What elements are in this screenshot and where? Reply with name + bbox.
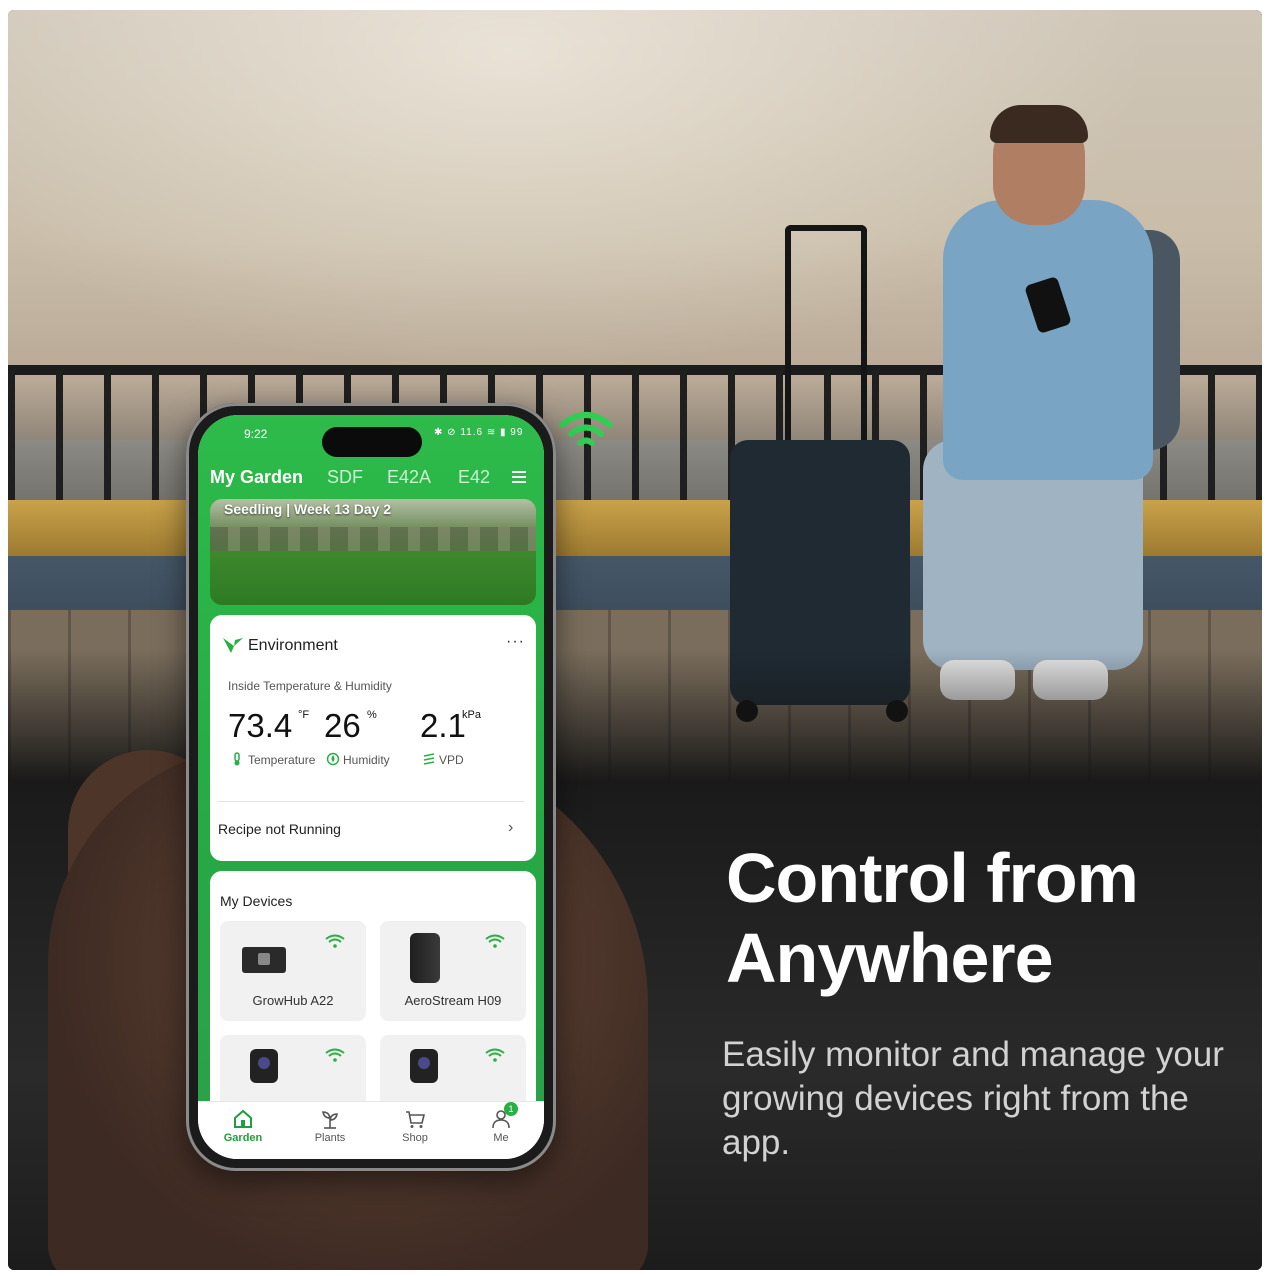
nav-me[interactable]: 1 Me	[466, 1102, 536, 1144]
device-tile[interactable]: GrowHub A22	[220, 921, 366, 1021]
home-icon	[234, 1109, 252, 1128]
nav-shop[interactable]: Shop	[380, 1108, 450, 1144]
humidity-icon	[326, 752, 340, 766]
status-icons: ✱ ⊘ 11.6 ≋ ▮ 99	[434, 427, 524, 438]
menu-icon[interactable]	[508, 469, 530, 485]
environment-title: Environment	[248, 637, 338, 654]
status-time: 9:22	[244, 427, 268, 441]
temperature-value: 73.4	[228, 707, 293, 744]
wifi-icon	[325, 934, 345, 948]
growth-stage-label: Seedling | Week 13 Day 2	[224, 501, 392, 517]
subtext: Easily monitor and manage your growing d…	[722, 1035, 1224, 1162]
divider	[218, 801, 524, 802]
wifi-signal-icon	[559, 412, 613, 446]
thermometer-icon	[234, 752, 240, 766]
headline: Control from Anywhere	[726, 839, 1139, 997]
garden-tabs: My Garden SDF E42A E42	[210, 467, 540, 493]
temperature-label: Temperature	[248, 753, 316, 767]
garden-camera-view[interactable]: Seedling | Week 13 Day 2	[210, 499, 536, 605]
devices-title: My Devices	[220, 893, 293, 909]
tab-sdf[interactable]: SDF	[327, 467, 363, 488]
wifi-icon	[325, 1048, 345, 1062]
vpd-value: 2.1	[420, 707, 466, 744]
nav-label: Me	[493, 1132, 509, 1144]
humidity-label: Humidity	[343, 753, 390, 767]
vpd-label: VPD	[439, 753, 464, 767]
cart-icon	[406, 1111, 426, 1128]
suitcase-handle	[785, 225, 867, 451]
environment-subtitle: Inside Temperature & Humidity	[228, 679, 392, 693]
vpd-unit: kPa	[462, 709, 481, 721]
chevron-right-icon[interactable]: ›	[508, 819, 513, 837]
bottom-nav: Garden Plants Shop 1 Me	[198, 1101, 544, 1159]
humidity-value: 26	[324, 707, 361, 744]
heater-image	[410, 933, 440, 983]
device-tile[interactable]: AeroStream H09	[380, 921, 526, 1021]
leaf-logo-icon	[223, 638, 243, 653]
camera-device-image	[250, 1049, 278, 1083]
wifi-icon	[485, 934, 505, 948]
humidity-unit: %	[367, 709, 377, 721]
wifi-icon	[485, 1048, 505, 1062]
tab-my-garden[interactable]: My Garden	[210, 467, 303, 488]
nav-garden[interactable]: Garden	[208, 1108, 278, 1144]
environment-card: Environment ··· Inside Temperature & Hum…	[210, 615, 536, 861]
smart-plug-image	[242, 947, 286, 973]
tab-e42[interactable]: E42	[458, 467, 490, 488]
nav-label: Garden	[223, 1132, 263, 1144]
more-options-icon[interactable]: ···	[506, 633, 525, 651]
vpd-icon	[423, 753, 435, 765]
tab-e42a[interactable]: E42A	[387, 467, 431, 488]
nav-plants[interactable]: Plants	[295, 1108, 365, 1144]
temperature-unit: °F	[298, 709, 310, 721]
sprout-icon	[322, 1111, 338, 1129]
app-screen: 9:22 ✱ ⊘ 11.6 ≋ ▮ 99 My Garden SDF E42A …	[198, 415, 544, 1159]
nav-label: Plants	[314, 1132, 346, 1144]
recipe-status[interactable]: Recipe not Running	[218, 821, 341, 837]
man-figure	[943, 200, 1153, 480]
device-name: GrowHub A22	[252, 993, 334, 1008]
notification-badge: 1	[504, 1102, 518, 1116]
nav-label: Shop	[402, 1132, 428, 1144]
device-name: AeroStream H09	[404, 993, 502, 1008]
dynamic-island	[322, 427, 422, 457]
camera-device-image	[410, 1049, 438, 1083]
